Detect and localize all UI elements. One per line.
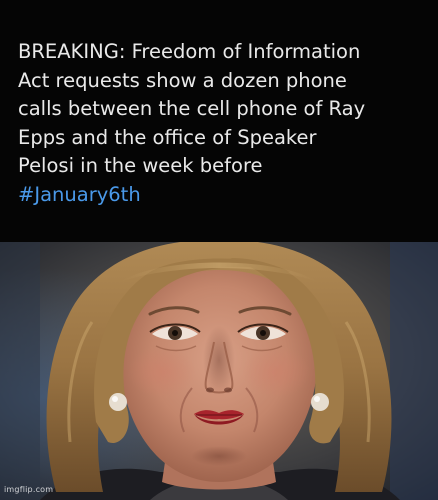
meme-caption: BREAKING: Freedom of Information Act req…: [0, 0, 438, 242]
hashtag-link[interactable]: #January6th: [18, 181, 428, 210]
earring-left: [109, 393, 127, 411]
portrait-photo: imgflip.com: [0, 242, 438, 500]
caption-line-4: Epps and the office of Speaker: [18, 125, 317, 149]
caption-line-5: Pelosi in the week before: [18, 154, 263, 178]
caption-line-3: calls between the cell phone of Ray: [18, 97, 366, 121]
portrait-illustration: [0, 242, 438, 500]
caption-line-2: Act requests show a dozen phone: [18, 68, 347, 92]
imgflip-watermark: imgflip.com: [4, 485, 54, 494]
earring-right: [311, 393, 329, 411]
caption-line-1: BREAKING: Freedom of Information: [18, 40, 361, 63]
caption-text: BREAKING: Freedom of Information Act req…: [18, 38, 428, 210]
